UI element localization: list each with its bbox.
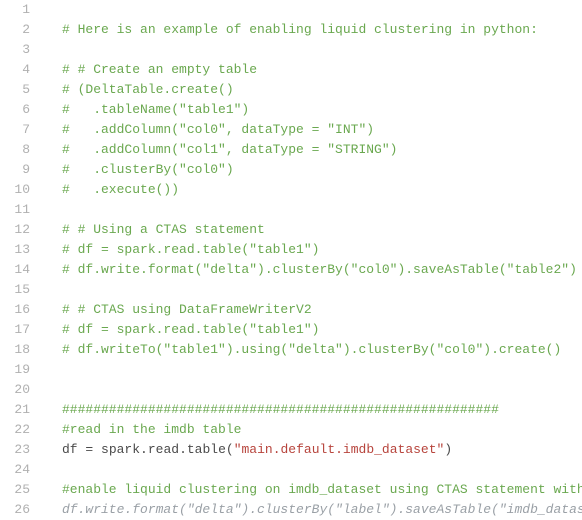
code-token: # .addColumn("col0", dataType = "INT") <box>62 122 374 137</box>
code-token: #enable liquid clustering on imdb_datase… <box>62 482 582 497</box>
line-number: 10 <box>0 180 30 200</box>
code-line[interactable] <box>62 200 582 220</box>
line-number: 2 <box>0 20 30 40</box>
line-number: 16 <box>0 300 30 320</box>
code-line[interactable]: # df.writeTo("table1").using("delta").cl… <box>62 340 582 360</box>
code-line[interactable] <box>62 380 582 400</box>
code-line[interactable] <box>62 280 582 300</box>
line-number: 14 <box>0 260 30 280</box>
line-number: 18 <box>0 340 30 360</box>
code-line[interactable]: # .execute()) <box>62 180 582 200</box>
code-line[interactable]: # (DeltaTable.create() <box>62 80 582 100</box>
code-line[interactable]: df.write.format("delta").clusterBy("labe… <box>62 500 582 520</box>
code-token: table <box>187 442 226 457</box>
code-token: # .clusterBy("col0") <box>62 162 234 177</box>
code-token: # .execute()) <box>62 182 179 197</box>
code-token: df <box>62 442 85 457</box>
code-token: . <box>140 442 148 457</box>
code-token: ( <box>226 442 234 457</box>
code-line[interactable]: # # Using a CTAS statement <box>62 220 582 240</box>
code-line[interactable]: # # Create an empty table <box>62 60 582 80</box>
code-line[interactable]: # .addColumn("col1", dataType = "STRING"… <box>62 140 582 160</box>
code-token: "main.default.imdb_dataset" <box>234 442 445 457</box>
code-line[interactable]: # .addColumn("col0", dataType = "INT") <box>62 120 582 140</box>
line-number: 24 <box>0 460 30 480</box>
line-number: 7 <box>0 120 30 140</box>
code-token: # (DeltaTable.create() <box>62 82 234 97</box>
code-line[interactable] <box>62 360 582 380</box>
line-number: 12 <box>0 220 30 240</box>
line-number: 6 <box>0 100 30 120</box>
line-number: 17 <box>0 320 30 340</box>
line-number: 1 <box>0 0 30 20</box>
code-line[interactable]: # .tableName("table1") <box>62 100 582 120</box>
code-token: # # Using a CTAS statement <box>62 222 265 237</box>
line-number: 3 <box>0 40 30 60</box>
line-number: 9 <box>0 160 30 180</box>
code-token: ) <box>444 442 452 457</box>
code-token: read <box>148 442 179 457</box>
code-line[interactable]: # Here is an example of enabling liquid … <box>62 20 582 40</box>
line-number: 22 <box>0 420 30 440</box>
code-token: #read in the imdb table <box>62 422 241 437</box>
line-number-gutter: 1234567891011121314151617181920212223242… <box>0 0 42 520</box>
code-token: # df = spark.read.table("table1") <box>62 242 319 257</box>
line-number: 25 <box>0 480 30 500</box>
line-number: 13 <box>0 240 30 260</box>
line-number: 26 <box>0 500 30 520</box>
line-number: 20 <box>0 380 30 400</box>
line-number: 5 <box>0 80 30 100</box>
code-token: # df.writeTo("table1").using("delta").cl… <box>62 342 561 357</box>
code-line[interactable]: df = spark.read.table("main.default.imdb… <box>62 440 582 460</box>
code-line[interactable] <box>62 460 582 480</box>
code-line[interactable] <box>62 40 582 60</box>
code-line[interactable]: # # CTAS using DataFrameWriterV2 <box>62 300 582 320</box>
code-token: # df.write.format("delta").clusterBy("co… <box>62 262 577 277</box>
code-token: # Here is an example of enabling liquid … <box>62 22 538 37</box>
code-token: = <box>85 442 101 457</box>
code-token: # # Create an empty table <box>62 62 257 77</box>
code-line[interactable]: # df = spark.read.table("table1") <box>62 240 582 260</box>
code-token: # .addColumn("col1", dataType = "STRING"… <box>62 142 397 157</box>
code-line[interactable]: #read in the imdb table <box>62 420 582 440</box>
code-line[interactable] <box>62 0 582 20</box>
line-number: 8 <box>0 140 30 160</box>
code-line[interactable]: # df = spark.read.table("table1") <box>62 320 582 340</box>
line-number: 23 <box>0 440 30 460</box>
line-number: 21 <box>0 400 30 420</box>
line-number: 11 <box>0 200 30 220</box>
code-area[interactable]: # Here is an example of enabling liquid … <box>42 0 582 520</box>
code-line[interactable]: ########################################… <box>62 400 582 420</box>
line-number: 15 <box>0 280 30 300</box>
line-number: 4 <box>0 60 30 80</box>
code-token: df.write.format("delta").clusterBy("labe… <box>62 502 582 517</box>
code-line[interactable]: #enable liquid clustering on imdb_datase… <box>62 480 582 500</box>
code-token: . <box>179 442 187 457</box>
code-line[interactable]: # .clusterBy("col0") <box>62 160 582 180</box>
code-token: ########################################… <box>62 402 499 417</box>
code-token: # df = spark.read.table("table1") <box>62 322 319 337</box>
code-token: spark <box>101 442 140 457</box>
code-token: # # CTAS using DataFrameWriterV2 <box>62 302 312 317</box>
line-number: 19 <box>0 360 30 380</box>
code-line[interactable]: # df.write.format("delta").clusterBy("co… <box>62 260 582 280</box>
code-token: # .tableName("table1") <box>62 102 249 117</box>
code-editor[interactable]: 1234567891011121314151617181920212223242… <box>0 0 582 520</box>
